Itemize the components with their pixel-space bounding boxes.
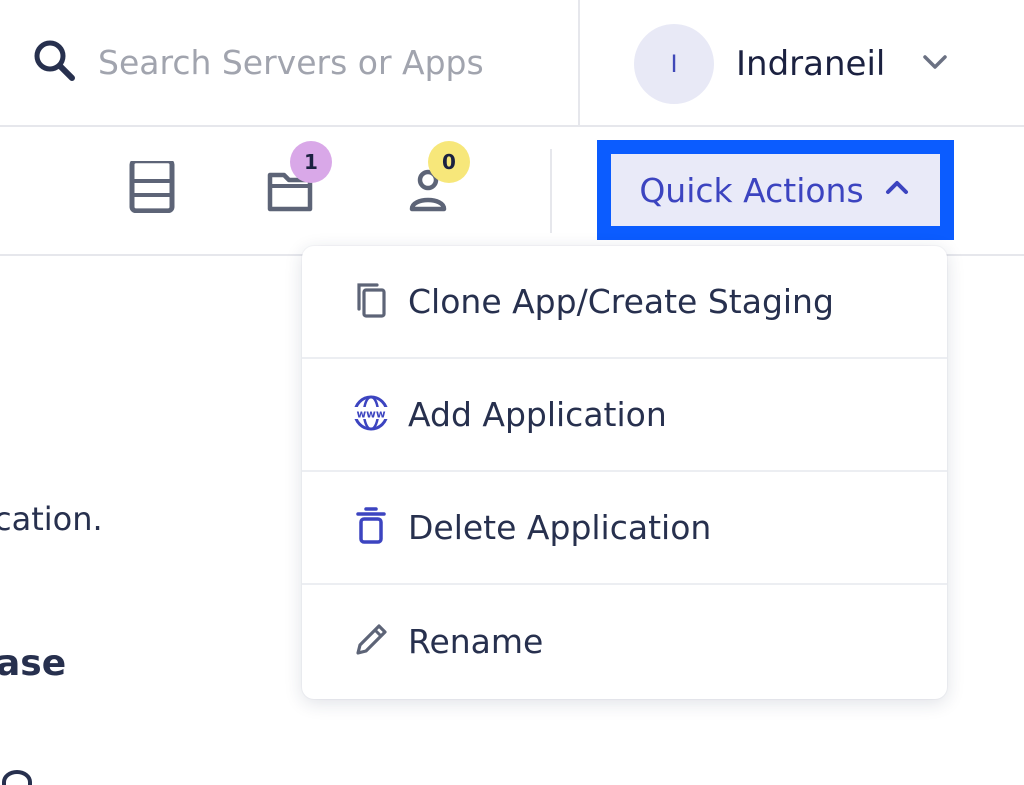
- menu-item-rename[interactable]: Rename: [302, 585, 947, 698]
- background-partial-glyph: [2, 770, 32, 785]
- menu-item-label: Clone App/Create Staging: [408, 282, 834, 321]
- top-bar: I Indraneil: [0, 0, 1024, 127]
- menu-item-label: Add Application: [408, 395, 667, 434]
- background-text: cation.: [0, 500, 103, 538]
- copy-icon: [350, 279, 392, 325]
- svg-text:www: www: [356, 408, 385, 420]
- servers-button[interactable]: [126, 158, 178, 217]
- www-globe-icon: www: [350, 392, 392, 438]
- menu-item-delete-application[interactable]: Delete Application: [302, 472, 947, 585]
- search-icon[interactable]: [30, 36, 78, 88]
- page: I Indraneil: [0, 0, 1024, 785]
- quick-actions-label[interactable]: Quick Actions: [639, 171, 863, 210]
- chevron-up-icon[interactable]: [864, 171, 912, 210]
- applications-count-badge: 1: [290, 141, 332, 183]
- toolbar: 1 0 Quick Actions: [0, 127, 1024, 256]
- menu-item-label: Delete Application: [408, 508, 712, 547]
- quick-actions-button-inner[interactable]: Quick Actions: [611, 154, 940, 226]
- trash-icon: [350, 505, 392, 551]
- menu-item-label: Rename: [408, 622, 544, 661]
- server-icon: [126, 158, 178, 217]
- search-bar[interactable]: [30, 30, 538, 94]
- quick-actions-menu: Clone App/Create Staging www Add Applica…: [302, 246, 947, 699]
- search-input[interactable]: [98, 42, 538, 82]
- topbar-divider: [578, 0, 580, 125]
- background-heading: ase: [0, 643, 67, 684]
- menu-item-clone-app[interactable]: Clone App/Create Staging: [302, 246, 947, 359]
- toolbar-divider: [550, 149, 552, 233]
- avatar[interactable]: I: [634, 24, 714, 104]
- chevron-down-icon[interactable]: [885, 46, 951, 82]
- user-name[interactable]: Indraneil: [736, 44, 885, 84]
- user-menu[interactable]: I Indraneil: [634, 24, 951, 104]
- quick-actions-button[interactable]: Quick Actions: [597, 140, 954, 240]
- pencil-icon: [350, 619, 392, 665]
- team-count-badge: 0: [428, 141, 470, 183]
- menu-item-add-application[interactable]: www Add Application: [302, 359, 947, 472]
